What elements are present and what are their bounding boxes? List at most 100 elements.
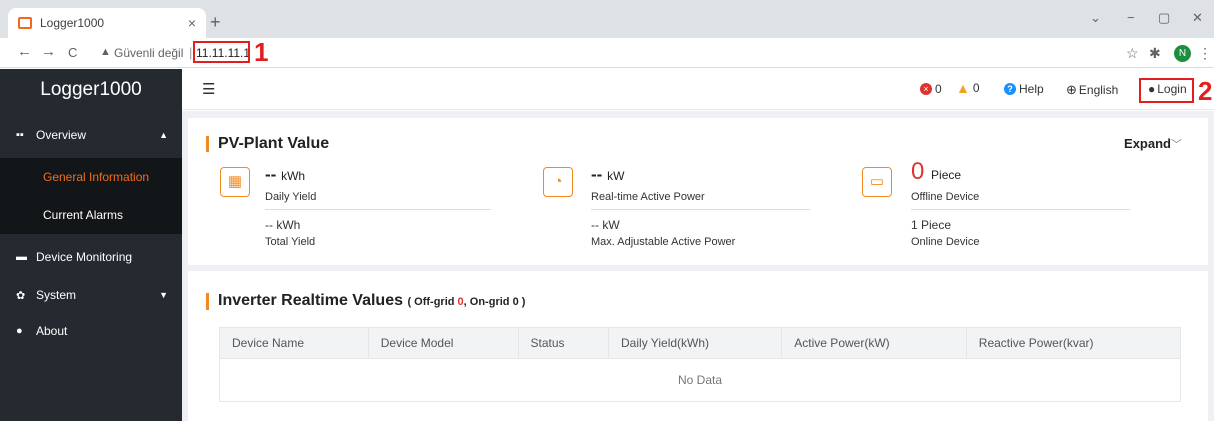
- column-header[interactable]: Active Power(kW): [781, 327, 967, 359]
- warning-indicator[interactable]: ▲ 0: [956, 80, 980, 96]
- gauge-icon: ◔: [543, 167, 573, 197]
- sidebar-item-device-monitoring[interactable]: ▬ Device Monitoring: [0, 238, 182, 276]
- warning-icon: ▲: [100, 46, 111, 58]
- column-header[interactable]: Device Model: [367, 327, 519, 359]
- subtitle-close: ): [518, 296, 526, 308]
- browser-tab[interactable]: Logger1000 ×: [8, 8, 206, 38]
- security-status[interactable]: Güvenli değil: [114, 46, 183, 60]
- profile-avatar[interactable]: N: [1174, 45, 1191, 62]
- sidebar-item-overview[interactable]: ▪▪ Overview ▲: [0, 116, 182, 154]
- app-logo: Logger1000: [0, 69, 182, 111]
- tab-close-icon[interactable]: ×: [188, 15, 196, 31]
- favicon-icon: [18, 17, 32, 29]
- menu-icon[interactable]: ⋮: [1198, 45, 1212, 62]
- daily-yield-value: -- kWh: [265, 165, 305, 185]
- chevron-down-icon: ﹀: [1171, 139, 1182, 151]
- online-device-label: Online Device: [911, 236, 980, 248]
- solar-panel-icon: ▦: [220, 167, 250, 197]
- offline-device-label: Offline Device: [911, 191, 980, 203]
- gear-icon: ✿: [16, 289, 26, 302]
- column-header[interactable]: Daily Yield(kWh): [608, 327, 783, 359]
- caret-up-icon: ▲: [159, 130, 168, 140]
- daily-yield-label: Daily Yield: [265, 191, 317, 203]
- help-link[interactable]: ? Help: [1004, 82, 1044, 96]
- subtitle-mid: , On-grid: [463, 296, 513, 308]
- forward-icon[interactable]: →: [41, 43, 56, 60]
- active-power-unit: kW: [607, 169, 625, 183]
- help-icon: ?: [1004, 83, 1016, 95]
- total-yield-label: Total Yield: [265, 236, 316, 248]
- inverter-table: Device Name Device Model Status Daily Yi…: [219, 327, 1182, 402]
- app-header: ☰ × 0 ▲ 0 ? Help ⊕ English ● Login 2: [182, 69, 1214, 110]
- callout-box-url: [193, 41, 250, 63]
- tab-search-icon[interactable]: ⌄: [1090, 10, 1101, 26]
- language-selector[interactable]: ⊕ English: [1066, 82, 1118, 98]
- minimize-icon[interactable]: −: [1127, 10, 1135, 25]
- max-power-value: -- kW: [591, 218, 620, 232]
- subtitle-open: ( Off-grid: [407, 296, 458, 308]
- sidebar-item-general-information[interactable]: General Information: [0, 158, 182, 196]
- inverter-title: Inverter Realtime Values ( Off-grid 0, O…: [206, 293, 525, 310]
- sidebar-item-system[interactable]: ✿ System ▼: [0, 276, 182, 314]
- offline-device-value: 0 Piece: [911, 158, 961, 186]
- max-power-label: Max. Adjustable Active Power: [591, 236, 736, 248]
- info-icon: ●: [16, 325, 23, 337]
- inverter-subtitle: ( Off-grid 0, On-grid 0 ): [407, 296, 525, 308]
- active-power-value: -- kW: [591, 165, 624, 185]
- browser-tab-strip: Logger1000 × + ⌄ − ▢ ✕: [0, 0, 1214, 38]
- warning-count: 0: [972, 81, 980, 95]
- divider: [265, 209, 491, 210]
- caret-down-icon: ▼: [159, 290, 168, 300]
- reload-icon[interactable]: C: [68, 45, 77, 60]
- expand-label: Expand: [1124, 136, 1171, 151]
- offline-device-unit: Piece: [931, 168, 962, 182]
- sidebar: Logger1000 ▪▪ Overview ▲ General Informa…: [0, 69, 182, 421]
- total-yield-value: -- kWh: [265, 218, 301, 232]
- online-device-value: 1 Piece: [911, 218, 952, 232]
- menu-toggle-icon[interactable]: ☰: [202, 80, 215, 98]
- pv-plant-title: PV-Plant Value: [206, 136, 329, 152]
- offline-device-number: 0: [911, 158, 925, 185]
- daily-yield-number: --: [265, 165, 277, 184]
- column-header[interactable]: Status: [517, 327, 610, 359]
- globe-icon: ⊕: [1066, 82, 1077, 97]
- active-power-number: --: [591, 165, 603, 184]
- inverter-title-text: Inverter Realtime Values: [218, 292, 403, 309]
- divider: [591, 209, 810, 210]
- bookmark-star-icon[interactable]: ☆: [1126, 45, 1139, 62]
- browser-toolbar: ← → C ▲ Güvenli değil | 11.11.11.1 1 ☆ ✱…: [0, 38, 1214, 68]
- sidebar-item-label: Overview: [36, 128, 87, 142]
- sidebar-item-about[interactable]: ● About: [0, 312, 182, 350]
- expand-toggle[interactable]: Expand﹀: [1124, 136, 1182, 152]
- table-header-row: Device Name Device Model Status Daily Yi…: [219, 327, 1182, 359]
- sidebar-item-label: About: [36, 324, 68, 338]
- monitor-icon: ▭: [862, 167, 892, 197]
- extensions-icon[interactable]: ✱: [1149, 45, 1161, 62]
- callout-number-2: 2: [1198, 76, 1213, 106]
- error-indicator[interactable]: × 0: [920, 82, 942, 96]
- divider: [911, 209, 1130, 210]
- help-label: Help: [1019, 82, 1044, 96]
- daily-yield-unit: kWh: [281, 169, 306, 183]
- main-content: PV-Plant Value Expand﹀ ▦ -- kWh Daily Yi…: [182, 111, 1214, 421]
- column-header[interactable]: Reactive Power(kvar): [965, 327, 1182, 359]
- new-tab-icon[interactable]: +: [210, 12, 221, 33]
- back-icon[interactable]: ←: [17, 43, 32, 60]
- callout-box-login: [1139, 78, 1194, 103]
- sidebar-item-label: System: [36, 288, 77, 302]
- sidebar-item-current-alarms[interactable]: Current Alarms: [0, 196, 182, 234]
- address-separator: |: [189, 45, 193, 60]
- grid-icon: ▪▪: [16, 129, 24, 141]
- error-icon: ×: [920, 83, 932, 95]
- language-label: English: [1078, 83, 1119, 97]
- column-header[interactable]: Device Name: [219, 327, 369, 359]
- active-power-label: Real-time Active Power: [591, 191, 705, 203]
- table-row: No Data: [219, 358, 1181, 402]
- restore-icon[interactable]: ▢: [1158, 10, 1170, 26]
- tab-title: Logger1000: [40, 16, 105, 30]
- sidebar-item-label: Device Monitoring: [36, 250, 133, 264]
- window-close-icon[interactable]: ✕: [1192, 10, 1203, 26]
- error-count: 0: [935, 82, 942, 96]
- warning-icon: ▲: [956, 80, 970, 96]
- pv-plant-card: PV-Plant Value Expand﹀ ▦ -- kWh Daily Yi…: [188, 118, 1208, 265]
